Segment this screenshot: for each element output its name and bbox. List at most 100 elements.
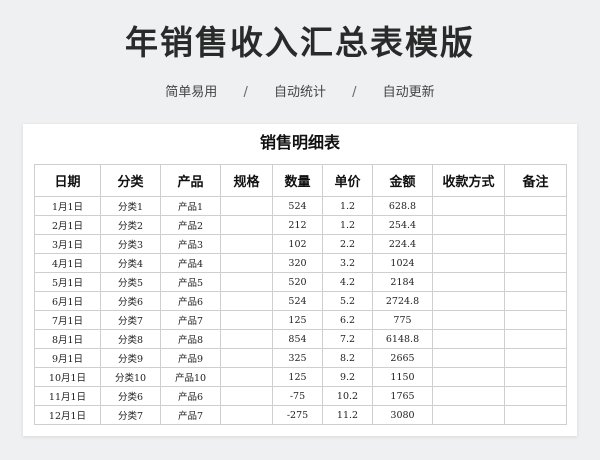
- unit-price-cell: 9.2: [322, 367, 373, 387]
- category-cell: 分类7: [100, 310, 161, 330]
- remarks-cell: [504, 310, 567, 330]
- product-cell: 产品2: [160, 215, 221, 235]
- date-cell: 10月1日: [34, 367, 101, 387]
- category-cell: 分类9: [100, 348, 161, 368]
- amount-cell: 254.4: [372, 215, 433, 235]
- quantity-cell: 212: [272, 215, 323, 235]
- table-row: 3月1日 分类3 产品3 102 2.2 224.4: [34, 234, 567, 254]
- product-cell: 产品5: [160, 272, 221, 292]
- amount-cell: 775: [372, 310, 433, 330]
- spec-cell: [220, 405, 273, 425]
- category-cell: 分类1: [100, 196, 161, 216]
- unit-price-cell: 6.2: [322, 310, 373, 330]
- table-row: 10月1日 分类10 产品10 125 9.2 1150: [34, 367, 567, 387]
- amount-cell: 1765: [372, 386, 433, 406]
- remarks-cell: [504, 367, 567, 387]
- unit-price-cell: 7.2: [322, 329, 373, 349]
- feature-auto-update: 自动更新: [382, 85, 435, 100]
- payment-method-cell: [432, 234, 505, 254]
- table-row: 1月1日 分类1 产品1 524 1.2 628.8: [34, 196, 567, 216]
- quantity-cell: -75: [272, 386, 323, 406]
- separator: /: [352, 85, 357, 100]
- spec-cell: [220, 291, 273, 311]
- amount-cell: 2665: [372, 348, 433, 368]
- category-cell: 分类8: [100, 329, 161, 349]
- quantity-cell: 524: [272, 291, 323, 311]
- table-row: 7月1日 分类7 产品7 125 6.2 775: [34, 310, 567, 330]
- quantity-cell: 320: [272, 253, 323, 273]
- spec-cell: [220, 348, 273, 368]
- category-cell: 分类7: [100, 405, 161, 425]
- table-row: 4月1日 分类4 产品4 320 3.2 1024: [34, 253, 567, 273]
- spec-cell: [220, 215, 273, 235]
- column-header-category: 分类: [100, 164, 161, 197]
- amount-cell: 2724.8: [372, 291, 433, 311]
- payment-method-cell: [432, 329, 505, 349]
- product-cell: 产品4: [160, 253, 221, 273]
- amount-cell: 3080: [372, 405, 433, 425]
- payment-method-cell: [432, 215, 505, 235]
- feature-easy-to-use: 简单易用: [165, 85, 218, 100]
- payment-method-cell: [432, 196, 505, 216]
- table-row: 2月1日 分类2 产品2 212 1.2 254.4: [34, 215, 567, 235]
- column-header-date: 日期: [34, 164, 101, 197]
- product-cell: 产品6: [160, 291, 221, 311]
- unit-price-cell: 1.2: [322, 215, 373, 235]
- remarks-cell: [504, 405, 567, 425]
- spec-cell: [220, 329, 273, 349]
- category-cell: 分类6: [100, 386, 161, 406]
- sales-detail-table: 日期 分类 产品 规格 数量 单价 金额 收款方式 备注 1月1日 分类1 产品1 5…: [34, 164, 567, 425]
- category-cell: 分类2: [100, 215, 161, 235]
- remarks-cell: [504, 348, 567, 368]
- amount-cell: 1024: [372, 253, 433, 273]
- date-cell: 3月1日: [34, 234, 101, 254]
- column-header-spec: 规格: [220, 164, 273, 197]
- payment-method-cell: [432, 310, 505, 330]
- payment-method-cell: [432, 405, 505, 425]
- quantity-cell: 854: [272, 329, 323, 349]
- remarks-cell: [504, 291, 567, 311]
- quantity-cell: 125: [272, 367, 323, 387]
- table-row: 5月1日 分类5 产品5 520 4.2 2184: [34, 272, 567, 292]
- spreadsheet-preview: 销售明细表 日期 分类 产品 规格 数量 单价 金额 收款方式 备注 1月1日 …: [23, 124, 577, 436]
- unit-price-cell: 11.2: [322, 405, 373, 425]
- quantity-cell: 524: [272, 196, 323, 216]
- table-row: 9月1日 分类9 产品9 325 8.2 2665: [34, 348, 567, 368]
- remarks-cell: [504, 386, 567, 406]
- product-cell: 产品7: [160, 405, 221, 425]
- payment-method-cell: [432, 386, 505, 406]
- payment-method-cell: [432, 272, 505, 292]
- product-cell: 产品3: [160, 234, 221, 254]
- amount-cell: 2184: [372, 272, 433, 292]
- spec-cell: [220, 253, 273, 273]
- payment-method-cell: [432, 367, 505, 387]
- unit-price-cell: 3.2: [322, 253, 373, 273]
- date-cell: 4月1日: [34, 253, 101, 273]
- unit-price-cell: 8.2: [322, 348, 373, 368]
- quantity-cell: 325: [272, 348, 323, 368]
- unit-price-cell: 5.2: [322, 291, 373, 311]
- product-cell: 产品10: [160, 367, 221, 387]
- category-cell: 分类5: [100, 272, 161, 292]
- amount-cell: 6148.8: [372, 329, 433, 349]
- product-cell: 产品1: [160, 196, 221, 216]
- table-body: 1月1日 分类1 产品1 524 1.2 628.8 2月1日 分类2 产品2 212 1.2 254…: [34, 196, 567, 425]
- product-cell: 产品7: [160, 310, 221, 330]
- date-cell: 5月1日: [34, 272, 101, 292]
- spec-cell: [220, 386, 273, 406]
- amount-cell: 628.8: [372, 196, 433, 216]
- payment-method-cell: [432, 291, 505, 311]
- date-cell: 6月1日: [34, 291, 101, 311]
- amount-cell: 224.4: [372, 234, 433, 254]
- date-cell: 8月1日: [34, 329, 101, 349]
- amount-cell: 1150: [372, 367, 433, 387]
- table-row: 8月1日 分类8 产品8 854 7.2 6148.8: [34, 329, 567, 349]
- product-cell: 产品8: [160, 329, 221, 349]
- separator: /: [243, 85, 248, 100]
- quantity-cell: 125: [272, 310, 323, 330]
- column-header-unit-price: 单价: [322, 164, 373, 197]
- unit-price-cell: 2.2: [322, 234, 373, 254]
- unit-price-cell: 1.2: [322, 196, 373, 216]
- column-header-quantity: 数量: [272, 164, 323, 197]
- spec-cell: [220, 367, 273, 387]
